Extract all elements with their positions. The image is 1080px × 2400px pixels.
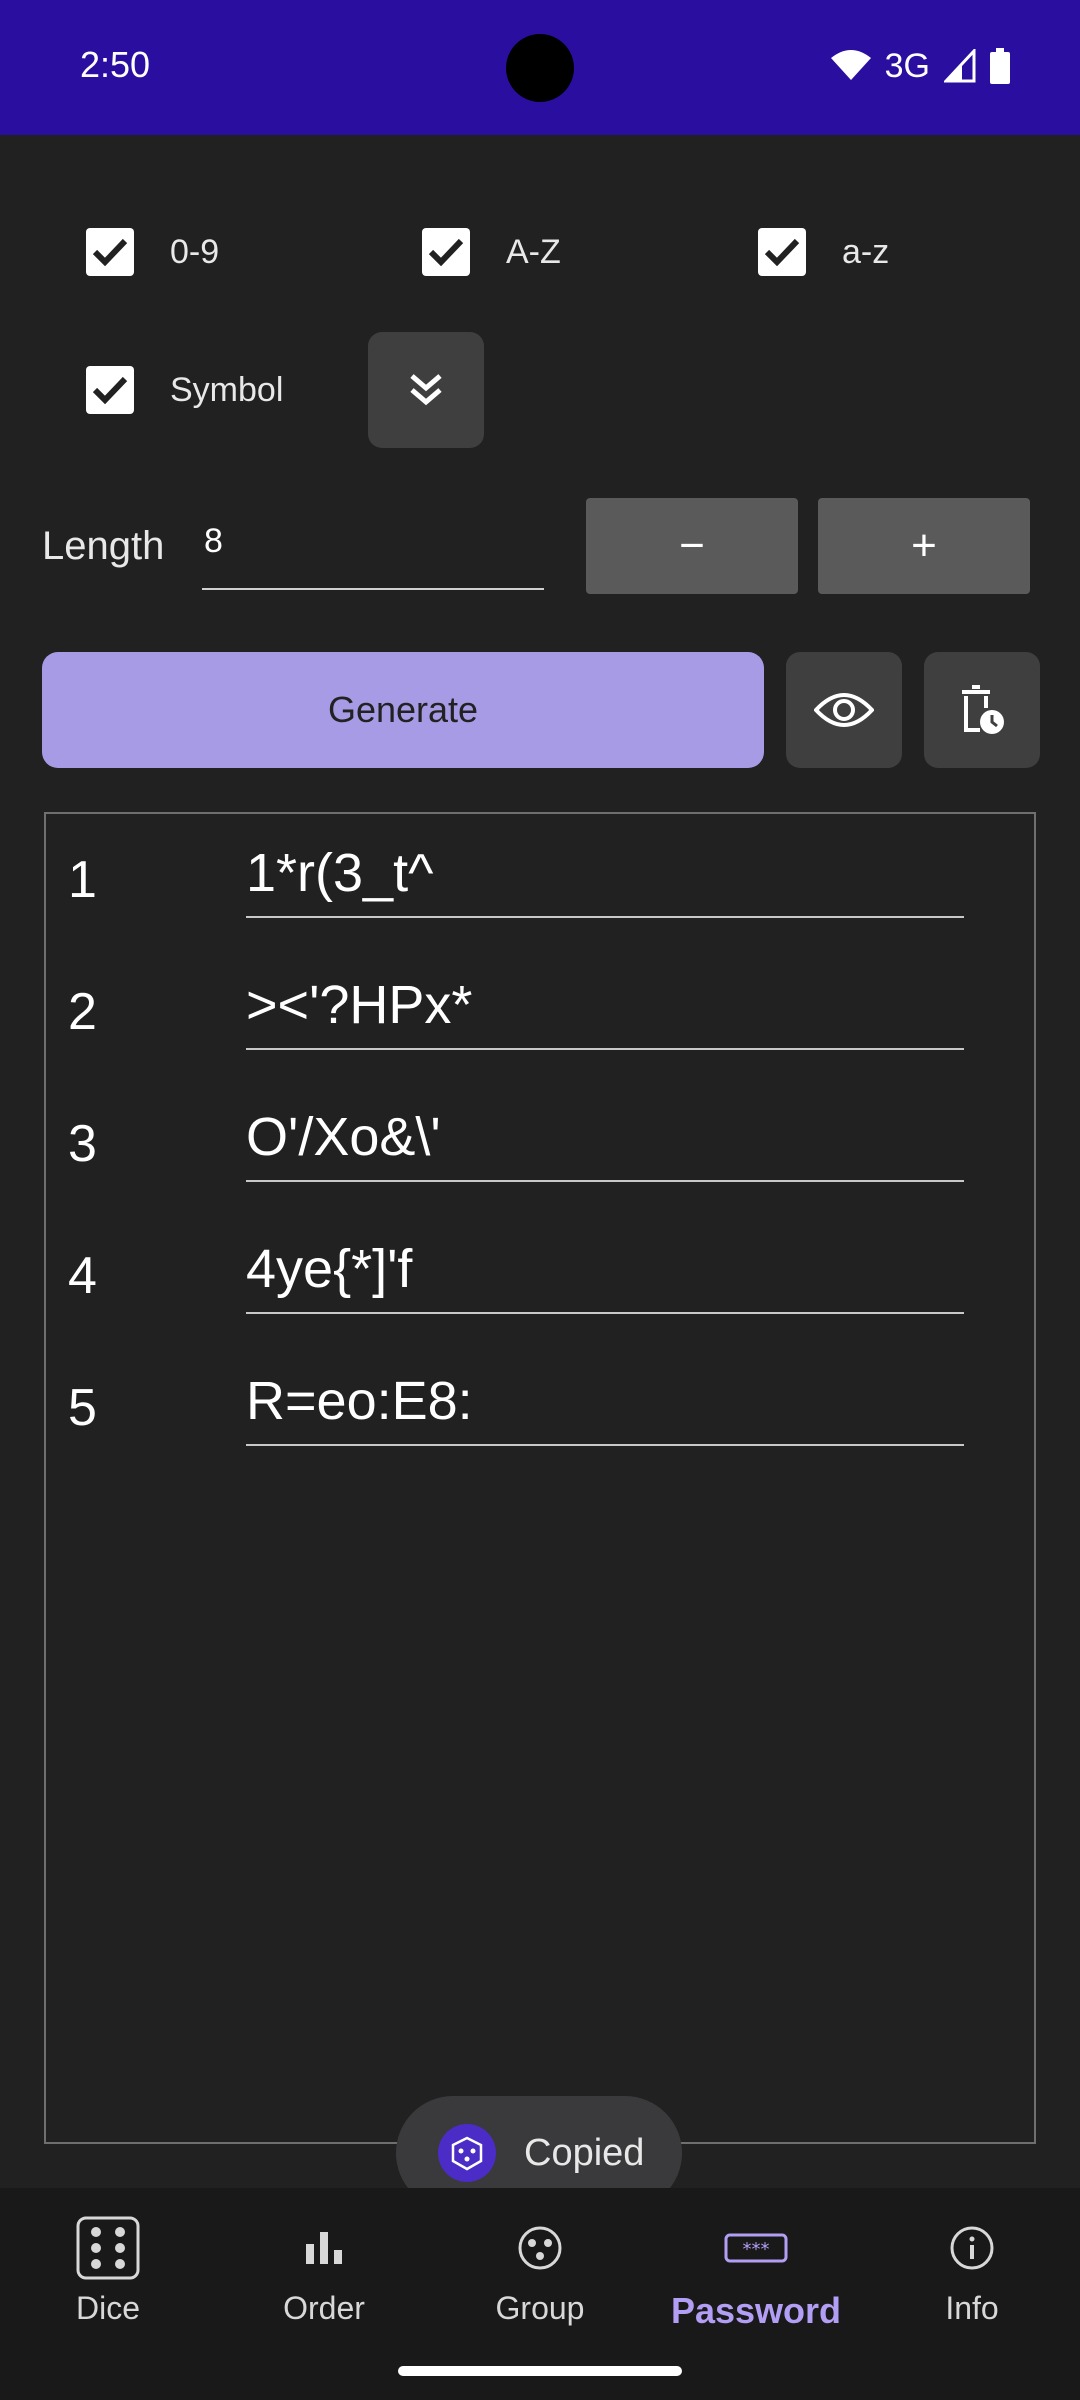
list-item[interactable]: 2 ><'?HPx* <box>46 946 1036 1078</box>
nav-item-order[interactable]: Order <box>216 2212 432 2342</box>
generate-button[interactable]: Generate <box>42 652 764 768</box>
checkbox-lower[interactable]: a-z <box>758 228 889 276</box>
dice-icon <box>76 2216 140 2280</box>
list-item[interactable]: 3 O'/Xo&\' <box>46 1078 1036 1210</box>
list-item[interactable]: 4 4ye{*]'f <box>46 1210 1036 1342</box>
password-index: 2 <box>68 983 97 1041</box>
list-item[interactable]: 1 1*r(3_t^ <box>46 814 1036 946</box>
password-field[interactable]: 1*r(3_t^ <box>246 842 964 918</box>
expand-options-button[interactable] <box>368 332 484 448</box>
nav-item-password[interactable]: *** Password <box>648 2212 864 2342</box>
nav-label: Password <box>670 2290 842 2331</box>
nav-label: Order <box>283 2290 365 2326</box>
password-field[interactable]: R=eo:E8: <box>246 1370 964 1446</box>
status-bar: 2:50 3G <box>0 0 1080 135</box>
camera-cutout <box>506 34 574 102</box>
home-indicator[interactable] <box>398 2366 682 2376</box>
password-list: 1 1*r(3_t^ 2 ><'?HPx* 3 O'/Xo&\' 4 4ye{*… <box>44 812 1036 2144</box>
toggle-visibility-button[interactable] <box>786 652 902 768</box>
length-label: Length <box>42 524 165 568</box>
increment-button[interactable]: + <box>818 498 1030 594</box>
group-icon <box>518 2226 562 2270</box>
battery-icon <box>990 48 1010 84</box>
nav-label: Dice <box>75 2290 140 2326</box>
password-field[interactable]: ><'?HPx* <box>246 974 964 1050</box>
password-field[interactable]: 4ye{*]'f <box>246 1238 964 1314</box>
nav-item-group[interactable]: Group <box>432 2212 648 2342</box>
checkbox-digits-label: 0-9 <box>170 232 220 271</box>
toast-text: Copied <box>524 2131 645 2174</box>
nav-label: Group <box>495 2290 585 2326</box>
checkbox-digits[interactable]: 0-9 <box>86 228 219 276</box>
checkbox-upper[interactable]: A-Z <box>422 228 561 276</box>
svg-text:***: *** <box>743 2239 770 2260</box>
password-index: 5 <box>68 1379 97 1437</box>
password-index: 1 <box>68 851 97 909</box>
network-type: 3G <box>884 46 930 85</box>
dice-icon <box>438 2124 496 2182</box>
length-value: 8 <box>204 522 223 560</box>
checkbox-lower-box[interactable] <box>758 228 806 276</box>
nav-item-info[interactable]: Info <box>864 2212 1080 2342</box>
decrement-button[interactable]: − <box>586 498 798 594</box>
checkbox-upper-label: A-Z <box>506 232 561 271</box>
check-icon <box>764 238 800 267</box>
length-input[interactable]: 8 <box>202 512 544 590</box>
list-item[interactable]: 5 R=eo:E8: <box>46 1342 1036 1474</box>
checkbox-symbol-box[interactable] <box>86 366 134 414</box>
checkbox-digits-box[interactable] <box>86 228 134 276</box>
password-index: 3 <box>68 1115 97 1173</box>
checkbox-lower-label: a-z <box>842 232 890 271</box>
status-icons: 3G <box>830 44 1010 88</box>
eye-icon <box>814 693 874 727</box>
bar-chart-icon <box>306 2232 342 2264</box>
double-chevron-down-icon <box>410 374 442 406</box>
checkbox-symbol[interactable]: Symbol <box>86 366 283 414</box>
wifi-icon <box>830 50 871 80</box>
nav-label: Info <box>945 2290 999 2326</box>
status-time: 2:50 <box>80 44 151 85</box>
delete-clock-icon <box>962 685 1004 734</box>
check-icon <box>92 376 128 405</box>
checkbox-symbol-label: Symbol <box>170 370 284 409</box>
password-icon: *** <box>724 2233 788 2263</box>
signal-icon <box>944 49 976 83</box>
checkbox-upper-box[interactable] <box>422 228 470 276</box>
password-index: 4 <box>68 1247 97 1305</box>
check-icon <box>92 238 128 267</box>
info-icon <box>950 2226 994 2270</box>
check-icon <box>428 238 464 267</box>
nav-item-dice[interactable]: Dice <box>0 2212 216 2342</box>
clear-history-button[interactable] <box>924 652 1040 768</box>
password-field[interactable]: O'/Xo&\' <box>246 1106 964 1182</box>
